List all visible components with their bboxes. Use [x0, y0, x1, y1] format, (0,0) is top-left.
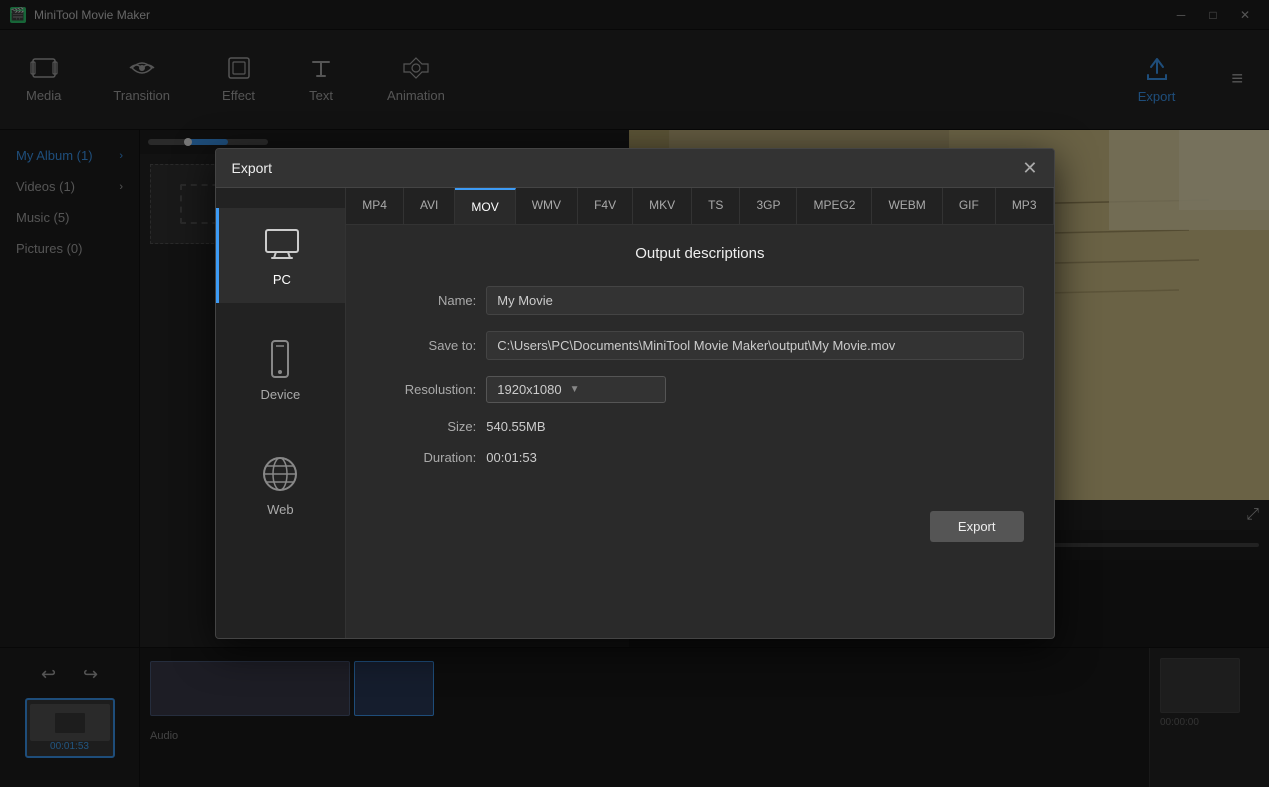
save-to-label: Save to: — [376, 338, 476, 353]
dialog-sidebar: PC Device — [216, 188, 347, 638]
tab-mpeg2[interactable]: MPEG2 — [797, 188, 872, 224]
output-title: Output descriptions — [376, 245, 1023, 262]
tab-mp4[interactable]: MP4 — [346, 188, 404, 224]
size-label: Size: — [376, 419, 476, 434]
tab-avi[interactable]: AVI — [404, 188, 455, 224]
web-label: Web — [267, 502, 294, 517]
duration-label: Duration: — [376, 450, 476, 465]
export-btn-row: Export — [346, 501, 1053, 562]
output-section: Output descriptions Name: My Movie Save … — [346, 225, 1053, 501]
output-resolution-row: Resolustion: 1920x1080 ▼ — [376, 376, 1023, 403]
device-icon — [260, 339, 300, 379]
output-size-row: Size: 540.55MB — [376, 419, 1023, 434]
tab-3gp[interactable]: 3GP — [740, 188, 797, 224]
dialog-header: Export ✕ — [216, 149, 1054, 188]
resolution-value: 1920x1080 — [497, 382, 561, 397]
tab-wmv[interactable]: WMV — [516, 188, 578, 224]
tab-mp3[interactable]: MP3 — [996, 188, 1054, 224]
web-icon — [260, 454, 300, 494]
export-button[interactable]: Export — [930, 511, 1024, 542]
export-dialog: Export ✕ PC — [215, 148, 1055, 639]
tab-mkv[interactable]: MKV — [633, 188, 692, 224]
dropdown-arrow-icon: ▼ — [570, 384, 580, 395]
output-duration-row: Duration: 00:01:53 — [376, 450, 1023, 465]
device-option-web[interactable]: Web — [216, 438, 346, 533]
device-option-device[interactable]: Device — [216, 323, 346, 418]
resolution-select[interactable]: 1920x1080 ▼ — [486, 376, 1023, 403]
resolution-label: Resolustion: — [376, 382, 476, 397]
device-label: Device — [261, 387, 301, 402]
save-to-input[interactable]: C:\Users\PC\Documents\MiniTool Movie Mak… — [486, 331, 1023, 360]
tab-webm[interactable]: WEBM — [872, 188, 942, 224]
output-saveto-row: Save to: C:\Users\PC\Documents\MiniTool … — [376, 331, 1023, 360]
export-dialog-overlay: Export ✕ PC — [0, 0, 1269, 787]
duration-value: 00:01:53 — [486, 450, 1023, 465]
pc-icon — [262, 224, 302, 264]
tab-gif[interactable]: GIF — [943, 188, 996, 224]
tab-ts[interactable]: TS — [692, 188, 740, 224]
format-tabs: MP4 AVI MOV WMV F4V MKV TS 3GP MPEG2 WEB… — [346, 188, 1053, 225]
resolution-dropdown[interactable]: 1920x1080 ▼ — [486, 376, 666, 403]
output-name-row: Name: My Movie — [376, 286, 1023, 315]
dialog-title: Export — [232, 160, 272, 176]
pc-label: PC — [273, 272, 291, 287]
name-label: Name: — [376, 293, 476, 308]
dialog-close-button[interactable]: ✕ — [1022, 159, 1037, 177]
tab-f4v[interactable]: F4V — [578, 188, 633, 224]
size-value: 540.55MB — [486, 419, 1023, 434]
device-option-pc[interactable]: PC — [216, 208, 346, 303]
name-input[interactable]: My Movie — [486, 286, 1023, 315]
dialog-content: MP4 AVI MOV WMV F4V MKV TS 3GP MPEG2 WEB… — [346, 188, 1053, 638]
dialog-body: PC Device — [216, 188, 1054, 638]
tab-mov[interactable]: MOV — [455, 188, 515, 224]
